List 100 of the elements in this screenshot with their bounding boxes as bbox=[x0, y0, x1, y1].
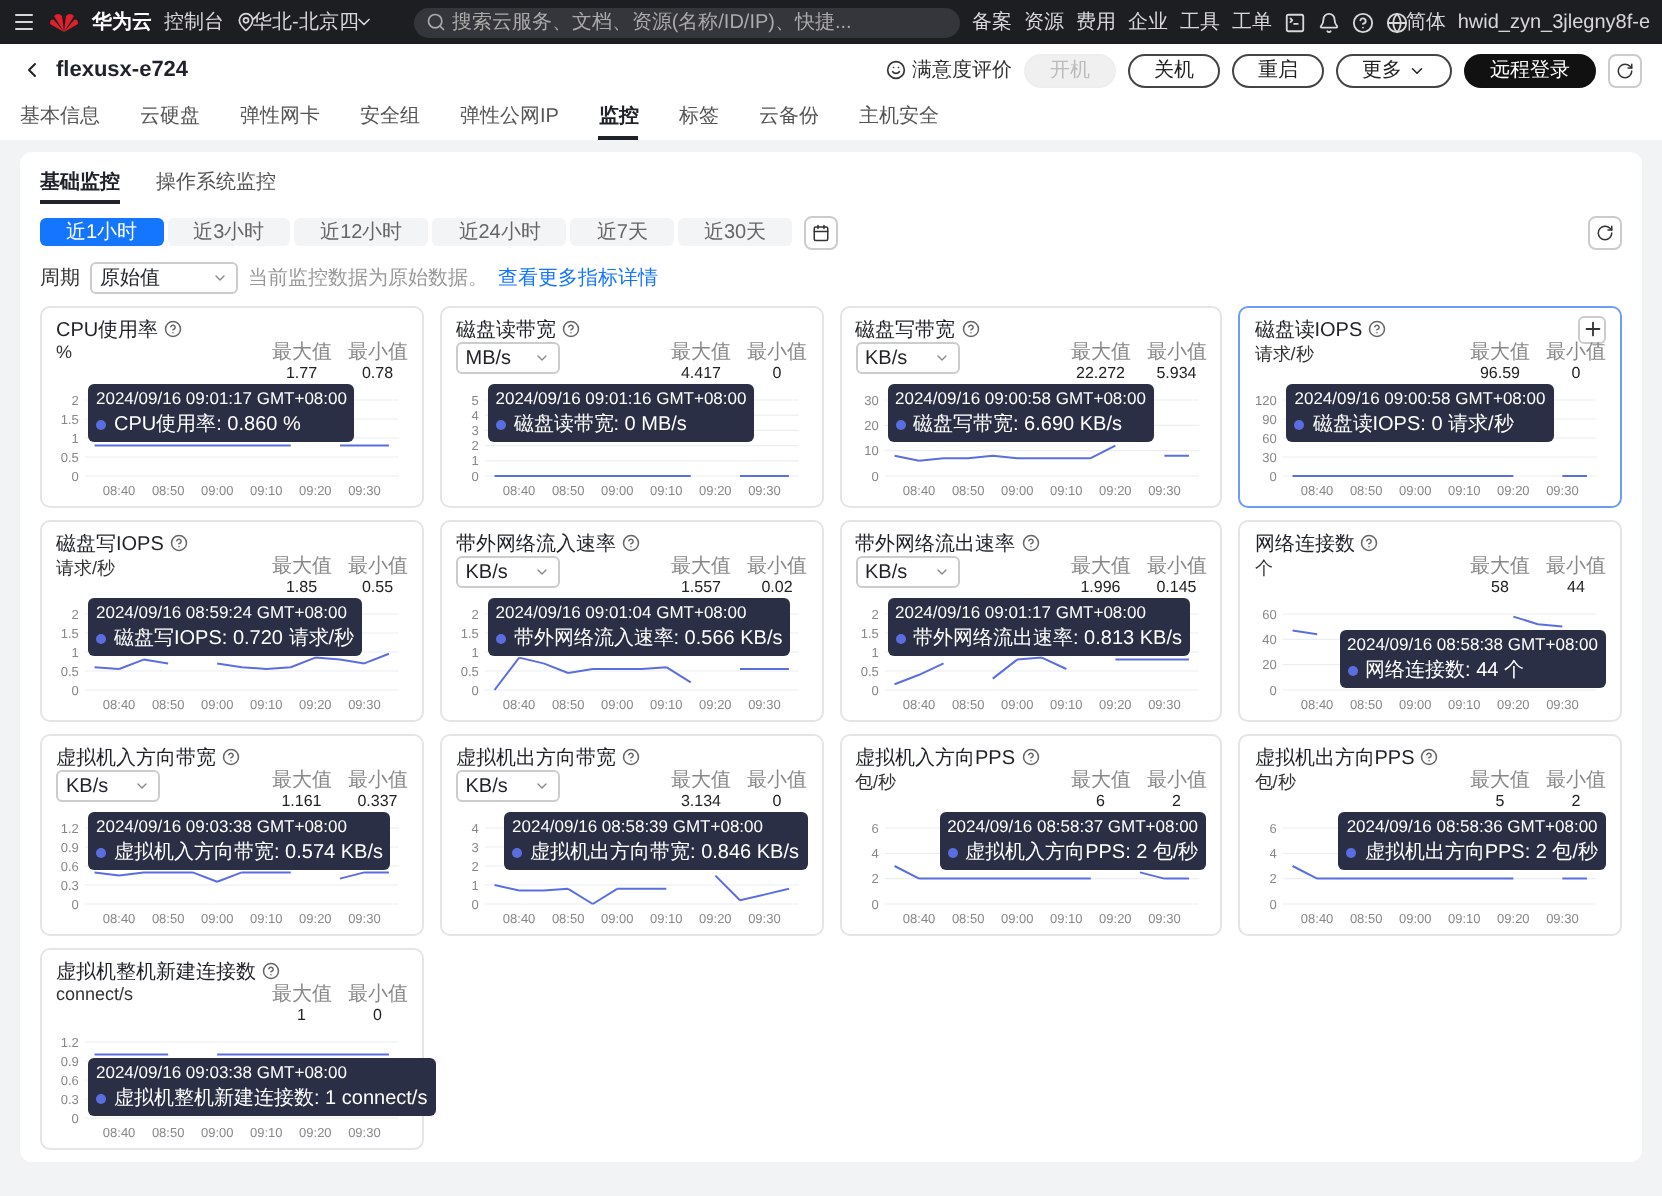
min-value: 0 bbox=[373, 1006, 382, 1026]
max-label: 最大值 bbox=[1470, 556, 1530, 578]
menu-icon[interactable] bbox=[12, 10, 36, 34]
period-select[interactable]: 原始值 bbox=[90, 262, 238, 294]
help-icon[interactable] bbox=[169, 534, 188, 552]
help-icon[interactable] bbox=[1368, 320, 1387, 338]
min-label: 最小值 bbox=[1546, 342, 1606, 364]
nav-link[interactable]: 费用 bbox=[1075, 8, 1116, 36]
time-range-tab[interactable]: 近3小时 bbox=[167, 218, 291, 246]
action-button[interactable]: 远程登录 bbox=[1464, 53, 1596, 87]
add-button[interactable] bbox=[1578, 315, 1606, 343]
min-label: 最小值 bbox=[347, 556, 408, 578]
details-link[interactable]: 查看更多指标详情 bbox=[498, 264, 658, 292]
tooltip-time: 2024/09/16 09:03:38 GMT+08:00 bbox=[96, 1062, 349, 1082]
help-icon[interactable] bbox=[561, 320, 580, 338]
nav-link[interactable]: 资源 bbox=[1023, 8, 1064, 36]
legend-dot bbox=[96, 419, 106, 429]
unit-select[interactable]: KB/s bbox=[455, 770, 560, 802]
nav-link[interactable]: 工单 bbox=[1231, 8, 1272, 36]
calendar-button[interactable] bbox=[804, 215, 839, 249]
tab[interactable]: 云硬盘 bbox=[140, 96, 200, 140]
metric-title: 虚拟机入方向带宽 bbox=[56, 745, 216, 771]
min-label: 最小值 bbox=[347, 770, 408, 792]
tooltip-time: 2024/09/16 08:58:36 GMT+08:00 bbox=[1346, 816, 1598, 836]
user-name[interactable]: hwid_zyn_3jlegny8f-e bbox=[1457, 11, 1650, 33]
help-icon[interactable] bbox=[222, 748, 240, 766]
refresh-button[interactable] bbox=[1608, 53, 1642, 87]
tab[interactable]: 云备份 bbox=[758, 96, 819, 140]
terminal-icon[interactable] bbox=[1283, 11, 1306, 33]
tab[interactable]: 安全组 bbox=[360, 96, 420, 140]
action-button[interactable]: 重启 bbox=[1232, 53, 1324, 87]
unit-select[interactable]: KB/s bbox=[855, 342, 959, 374]
tab[interactable]: 弹性公网IP bbox=[460, 96, 559, 140]
action-button[interactable]: 关机 bbox=[1128, 53, 1220, 87]
sub-tab[interactable]: 操作系统监控 bbox=[156, 164, 276, 204]
min-label: 最小值 bbox=[747, 556, 807, 578]
time-range-tab[interactable]: 近1小时 bbox=[40, 218, 164, 246]
min-label: 最小值 bbox=[347, 984, 408, 1006]
max-value: 4.417 bbox=[680, 364, 722, 384]
help-icon[interactable] bbox=[621, 748, 640, 766]
min-value: 0.78 bbox=[361, 364, 394, 384]
action-button[interactable]: 更多 bbox=[1336, 53, 1452, 87]
min-label: 最小值 bbox=[1546, 556, 1606, 578]
tab[interactable]: 监控 bbox=[598, 96, 639, 140]
chevron-icon bbox=[212, 270, 228, 286]
min-label: 最小值 bbox=[347, 342, 408, 364]
feedback-link[interactable]: 满意度评价 bbox=[912, 56, 1012, 84]
min-label: 最小值 bbox=[1146, 556, 1207, 578]
time-range-tab[interactable]: 近24小时 bbox=[432, 218, 567, 246]
max-value: 1.77 bbox=[285, 364, 318, 384]
language-select[interactable]: 简体 bbox=[1405, 8, 1446, 36]
help-icon[interactable] bbox=[961, 320, 979, 338]
brand-name: 华为云 bbox=[92, 9, 152, 36]
help-icon[interactable] bbox=[1420, 748, 1439, 766]
max-value: 6 bbox=[1096, 792, 1105, 812]
time-range-tab[interactable]: 近7天 bbox=[570, 218, 674, 246]
tab[interactable]: 弹性网卡 bbox=[240, 96, 320, 140]
unit-select[interactable]: KB/s bbox=[455, 556, 560, 588]
metric-title: 带外网络流出速率 bbox=[855, 531, 1015, 557]
legend-dot bbox=[96, 1093, 106, 1103]
tab[interactable]: 主机安全 bbox=[858, 96, 939, 140]
sub-tab[interactable]: 基础监控 bbox=[40, 164, 120, 204]
nav-link[interactable]: 工具 bbox=[1179, 8, 1220, 36]
unit-label: % bbox=[56, 342, 73, 362]
tooltip-value: CPU使用率: 0.860 % bbox=[114, 411, 301, 438]
nav-link[interactable]: 备案 bbox=[971, 8, 1012, 36]
metric-title: 虚拟机出方向PPS bbox=[1254, 745, 1415, 771]
console-link[interactable]: 控制台 bbox=[164, 8, 224, 36]
time-range-tab[interactable]: 近12小时 bbox=[294, 218, 429, 246]
tab[interactable]: 基本信息 bbox=[20, 96, 100, 140]
metric-title: 网络连接数 bbox=[1254, 531, 1355, 557]
notification-icon[interactable] bbox=[1317, 11, 1340, 33]
help-icon[interactable] bbox=[621, 534, 640, 552]
tooltip-value: 虚拟机入方向PPS: 2 包/秒 bbox=[965, 839, 1199, 866]
tooltip-value: 磁盘读IOPS: 0 请求/秒 bbox=[1312, 411, 1514, 438]
tooltip-value: 虚拟机整机新建连接数: 1 connect/s bbox=[114, 1085, 428, 1112]
max-label: 最大值 bbox=[1070, 770, 1131, 792]
help-icon[interactable] bbox=[262, 962, 280, 980]
help-icon[interactable] bbox=[1021, 748, 1040, 766]
nav-link[interactable]: 企业 bbox=[1127, 8, 1168, 36]
max-label: 最大值 bbox=[1070, 556, 1131, 578]
refresh-icon bbox=[1616, 61, 1634, 79]
chevron-icon bbox=[533, 350, 550, 366]
refresh-button[interactable] bbox=[1588, 215, 1622, 249]
unit-select[interactable]: KB/s bbox=[56, 770, 160, 802]
legend-dot bbox=[1346, 847, 1357, 857]
unit-select[interactable]: KB/s bbox=[855, 556, 959, 588]
help-icon[interactable] bbox=[1360, 534, 1379, 552]
max-label: 最大值 bbox=[671, 556, 731, 578]
region-select[interactable]: 华北-北京四 bbox=[252, 8, 359, 36]
metric-title: 虚拟机出方向带宽 bbox=[455, 745, 616, 771]
min-value: 0 bbox=[1571, 364, 1581, 384]
min-label: 最小值 bbox=[1546, 770, 1606, 792]
tooltip-value: 磁盘写带宽: 6.690 KB/s bbox=[913, 411, 1122, 438]
unit-select[interactable]: MB/s bbox=[455, 342, 560, 374]
help-icon[interactable] bbox=[1021, 534, 1039, 552]
help-icon[interactable] bbox=[164, 320, 183, 338]
tab[interactable]: 标签 bbox=[678, 96, 719, 140]
plus-icon bbox=[1581, 318, 1603, 340]
time-range-tab[interactable]: 近30天 bbox=[677, 218, 793, 246]
